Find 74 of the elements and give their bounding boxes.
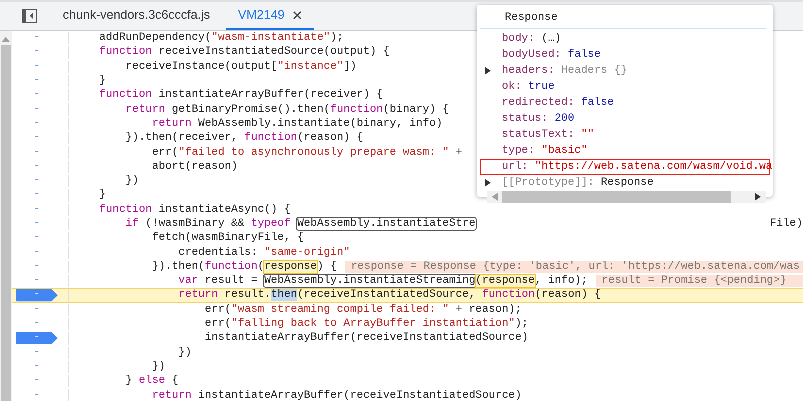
- code-line: credentials: "same-origin": [178, 246, 350, 259]
- code-line: }: [98, 75, 106, 88]
- code-text: File): [770, 218, 803, 230]
- code-line: function receiveInstantiatedSource(output) {: [98, 46, 390, 58]
- property-row[interactable]: headers: Headers {}: [480, 63, 770, 79]
- close-icon[interactable]: [292, 10, 302, 20]
- code-line: }: [98, 189, 106, 202]
- line-marker[interactable]: -: [16, 304, 58, 316]
- code-line: }): [151, 360, 166, 373]
- code-line: var result = WebAssembly.instantiateStreaming(response, info);: [178, 275, 588, 288]
- line-marker[interactable]: -: [16, 246, 58, 259]
- line-marker[interactable]: -: [16, 360, 58, 374]
- code-line: return instantiateArrayBuffer(receiveInstantiatedSource): [151, 390, 522, 401]
- code-line: function instantiateArrayBuffer(receiver) {: [98, 89, 384, 102]
- file-tab[interactable]: chunk-vendors.3c6cccfa.js: [51, 2, 222, 30]
- property-row-text: type: "basic": [501, 144, 589, 159]
- line-marker[interactable]: -: [16, 32, 58, 44]
- line-marker[interactable]: -: [16, 118, 58, 130]
- property-row-text: status: 200: [501, 112, 576, 127]
- code-line: err("falling back to ArrayBuffer instantiation");: [204, 318, 528, 330]
- line-marker[interactable]: -: [16, 218, 58, 230]
- code-line: err("failed to asynchronously prepare wasm: " +: [151, 146, 462, 159]
- code-line: addRunDependency("wasm-instantiate");: [98, 32, 344, 44]
- expand-arrow-icon[interactable]: [484, 179, 492, 187]
- inline-value: response = Response {type: 'basic', url: 'https://web.satena.com/was: [345, 260, 803, 274]
- code-line: }).then(receiver, function(reason) {: [124, 132, 364, 144]
- property-row-text: ok: true: [501, 80, 556, 95]
- code-line: receiveInstance(output["instance"]): [124, 60, 357, 73]
- scrollbar[interactable]: [0, 31, 12, 401]
- line-marker[interactable]: -: [16, 346, 58, 359]
- property-row[interactable]: [[Prototype]]: Response: [480, 175, 770, 191]
- line-marker[interactable]: -: [16, 146, 58, 159]
- line-marker[interactable]: -: [16, 74, 58, 88]
- code-line: }).then(function(response) {: [151, 260, 338, 273]
- line-marker[interactable]: -: [16, 260, 58, 274]
- property-row-text: redirected: false: [501, 96, 616, 111]
- code-line: return result.then(receiveInstantiatedSource, function(reason) {: [178, 289, 602, 302]
- property-row-text: body: (…): [501, 32, 562, 47]
- breakpoint-marker[interactable]: -: [16, 289, 58, 302]
- line-marker[interactable]: -: [16, 189, 58, 202]
- inline-value: result = Promise {<pending>}: [596, 275, 803, 288]
- code-line: if (!wasmBinary && typeof WebAssembly.instantiateStre: [124, 218, 476, 230]
- code-line: return WebAssembly.instantiate(binary, info): [151, 118, 443, 130]
- property-row-text: bodyUsed: false: [501, 48, 602, 63]
- line-marker[interactable]: -: [16, 275, 58, 288]
- breakpoint-marker[interactable]: -: [16, 332, 58, 345]
- property-row-text: statusText: "": [501, 128, 596, 143]
- line-marker[interactable]: -: [16, 375, 58, 388]
- line-marker[interactable]: -: [16, 46, 58, 59]
- code-line: return getBinaryPromise().then(function(binary) {: [124, 104, 450, 116]
- sidebar-toggle-icon[interactable]: [22, 9, 37, 23]
- code-line: abort(reason): [151, 160, 238, 173]
- line-marker[interactable]: -: [16, 389, 58, 401]
- line-marker[interactable]: -: [16, 232, 58, 244]
- code-line: }): [124, 175, 140, 188]
- file-tab[interactable]: VM2149: [226, 2, 314, 30]
- expand-arrow-icon[interactable]: [484, 67, 492, 75]
- horizontal-scrollbar[interactable]: [487, 191, 766, 203]
- line-marker[interactable]: -: [16, 89, 58, 102]
- code-line: } else {: [124, 375, 179, 388]
- line-marker[interactable]: -: [16, 103, 58, 116]
- line-marker[interactable]: -: [16, 174, 58, 188]
- code-line: err("wasm streaming compile failed: " + reason);: [204, 304, 522, 316]
- popover-title: Response: [480, 5, 766, 29]
- line-marker[interactable]: -: [16, 60, 58, 73]
- code-line: function instantiateAsync() {: [98, 204, 291, 216]
- line-marker[interactable]: -: [16, 160, 58, 173]
- line-marker[interactable]: -: [16, 132, 58, 144]
- line-marker[interactable]: -: [16, 204, 58, 216]
- code-line: }): [178, 346, 192, 359]
- code-line: fetch(wasmBinaryFile, {: [151, 232, 304, 244]
- line-marker[interactable]: -: [16, 318, 58, 330]
- scroll-right-arrow-icon[interactable]: [755, 193, 761, 201]
- code-line: instantiateArrayBuffer(receiveInstantiatedSource): [204, 332, 528, 344]
